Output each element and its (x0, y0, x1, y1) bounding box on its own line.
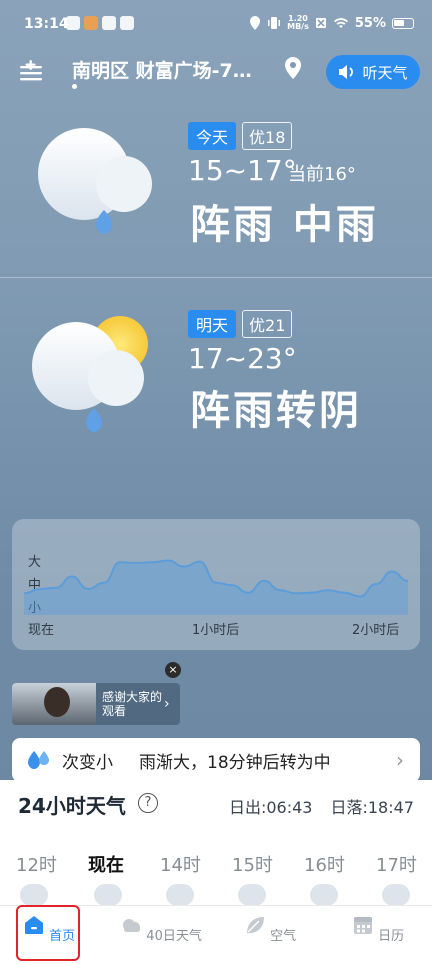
clock: 13:14 (24, 16, 69, 32)
location-status-icon (250, 16, 261, 30)
ad-thumbnail (12, 683, 96, 725)
header: 南明区 财富广场-7… 听天气 (0, 48, 432, 98)
precipitation-area-plot (24, 559, 408, 615)
tomorrow-weather: 阵雨转阴 (190, 388, 362, 434)
sunset-time: 日落:18:47 (330, 798, 414, 817)
chevron-right-icon: › (164, 696, 170, 712)
listen-weather-button[interactable]: 听天气 (326, 55, 420, 89)
tomorrow-tag: 明天 (188, 310, 237, 338)
x-label-2h: 2小时后 (352, 623, 400, 638)
ad-close-button[interactable]: × (165, 662, 181, 678)
today-tags: 今天 优18 (188, 122, 293, 150)
cloud-icon (310, 884, 338, 906)
status-bar: 13:14 1.20 MB/s 55% (0, 0, 432, 44)
tab-label: 40日天气 (146, 929, 202, 944)
hour-label: 14时 (160, 855, 201, 876)
help-icon[interactable]: ? (138, 793, 158, 813)
selection-highlight (16, 905, 80, 961)
network-speed: 1.20 MB/s (287, 15, 309, 31)
listen-weather-label: 听天气 (362, 63, 408, 82)
precipitation-chart[interactable]: 大 中 小 现在 1小时后 2小时后 (12, 519, 420, 650)
no-sim-icon (315, 18, 326, 28)
tab-label: 日历 (378, 929, 405, 944)
tomorrow-forecast[interactable]: 明天 优21 17~23° 阵雨转阴 (0, 300, 432, 500)
today-weather: 阵雨 中雨 (190, 202, 379, 248)
wifi-icon (333, 18, 348, 28)
notification-icons (66, 16, 134, 30)
tomorrow-temp-range: 17~23° (188, 342, 297, 375)
hour-label-now: 现在 (88, 855, 124, 876)
divider (0, 277, 432, 278)
tomorrow-aqi-badge[interactable]: 优21 (242, 310, 293, 338)
rain-alert-text-1: 次变小 (62, 752, 113, 773)
tab-calendar[interactable]: 日历 (333, 914, 423, 944)
rain-cloud-icon (38, 128, 152, 234)
x-label-1h: 1小时后 (192, 623, 240, 638)
leaf-icon (246, 917, 264, 934)
app-notification-icon (120, 16, 134, 30)
rain-cloud-sun-icon (32, 316, 148, 432)
ad-person-image (44, 687, 70, 717)
cloud-icon (166, 884, 194, 906)
today-tag: 今天 (188, 122, 237, 150)
vibrate-icon (268, 17, 281, 29)
video-ad-card[interactable]: 感谢大家的观看 › (12, 683, 180, 725)
location-title[interactable]: 南明区 财富广场-7… (72, 56, 252, 83)
current-temp: 当前16° (288, 164, 356, 185)
cloud-icon (382, 884, 410, 906)
hour-label: 17时 (376, 855, 417, 876)
hour-label: 16时 (304, 855, 345, 876)
hourly-title: 24小时天气 (18, 794, 126, 818)
speed-unit: MB/s (287, 22, 309, 31)
ad-text: 感谢大家的观看 (102, 690, 163, 718)
app-notification-icon (84, 16, 98, 30)
x-label-now: 现在 (28, 623, 55, 638)
speaker-icon (339, 65, 354, 79)
cloud-icon (20, 884, 48, 906)
sun-times: 日出:06:43 日落:18:47 (229, 794, 414, 818)
hour-label: 15时 (232, 855, 273, 876)
battery-icon (392, 17, 414, 29)
rain-alert-text-2: 雨渐大，18分钟后转为中 (139, 752, 331, 773)
cloud-icon (238, 884, 266, 906)
today-forecast[interactable]: 今天 优18 15~17° 当前16° 阵雨 中雨 (0, 110, 432, 276)
tab-air[interactable]: 空气 (225, 914, 315, 944)
today-temp-range: 15~17° (188, 154, 297, 187)
chevron-right-icon: › (396, 748, 404, 772)
app-notification-icon (66, 16, 80, 30)
precip-area (24, 560, 408, 615)
cloud-icon (94, 884, 122, 906)
tomorrow-tags: 明天 优21 (188, 310, 293, 338)
page-indicator-dot (72, 84, 77, 89)
system-icons: 1.20 MB/s 55% (249, 15, 414, 31)
battery-percent: 55% (354, 15, 386, 31)
app-notification-icon (102, 16, 116, 30)
rain-alert-bar[interactable]: 次变小 雨渐大，18分钟后转为中 › (12, 738, 420, 782)
tab-40-day[interactable]: 40日天气 (116, 914, 206, 944)
today-aqi-badge[interactable]: 优18 (242, 122, 293, 150)
raindrops-icon (28, 751, 49, 769)
map-pin-icon[interactable] (283, 56, 303, 80)
calendar-icon (353, 917, 372, 934)
hour-label: 12时 (16, 855, 57, 876)
sunrise-time: 日出:06:43 (228, 798, 313, 817)
tab-label: 空气 (270, 929, 297, 944)
menu-icon[interactable] (20, 58, 44, 84)
cloud-icon (123, 919, 141, 932)
